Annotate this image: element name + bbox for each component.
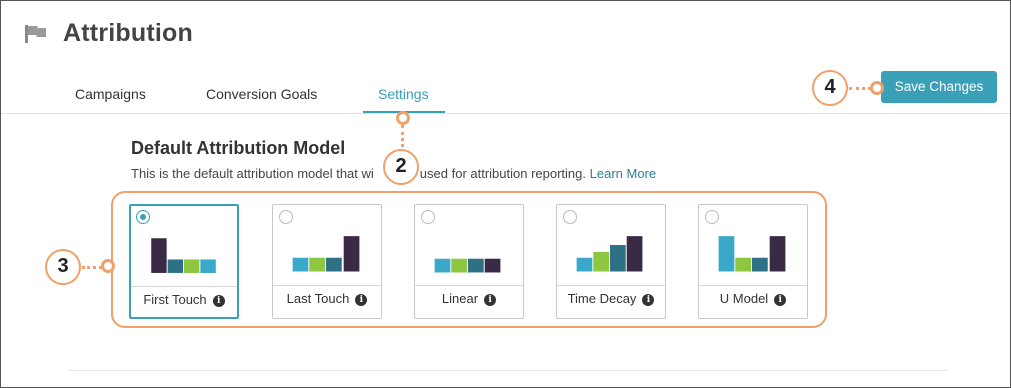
callout-3-badge: 3	[45, 249, 81, 285]
model-label-row: First Touch i	[131, 292, 237, 307]
model-label-row: U Model i	[699, 291, 807, 306]
time-decay-bars-icon	[576, 236, 643, 272]
model-label: Last Touch	[286, 291, 350, 306]
model-label-row: Linear i	[415, 291, 523, 306]
card-divider	[699, 285, 807, 286]
info-icon[interactable]: i	[774, 294, 787, 306]
card-divider	[131, 286, 237, 287]
tab-conversion-goals[interactable]: Conversion Goals	[206, 86, 317, 102]
card-divider	[557, 285, 665, 286]
bottom-divider	[69, 370, 947, 371]
model-label-row: Last Touch i	[273, 291, 381, 306]
tab-campaigns[interactable]: Campaigns	[75, 86, 146, 102]
page-title: Attribution	[63, 19, 193, 47]
info-icon[interactable]: i	[355, 294, 368, 306]
callout-2-anchor	[396, 111, 410, 125]
model-card-linear[interactable]: Linear i	[414, 204, 524, 319]
section-heading: Default Attribution Model	[131, 138, 346, 158]
callout-4-anchor	[870, 81, 884, 95]
callout-2-badge: 2	[383, 149, 419, 185]
linear-bars-icon	[434, 258, 501, 273]
u-model-bars-icon	[718, 236, 786, 272]
description-text-start: This is the default attribution model th…	[131, 166, 374, 181]
card-divider	[273, 285, 381, 286]
flag-icon	[25, 25, 46, 43]
save-changes-button[interactable]: Save Changes	[881, 71, 997, 103]
callout-4-connector	[849, 87, 871, 90]
callout-3-connector	[82, 266, 102, 269]
model-card-first-touch[interactable]: First Touch i	[129, 204, 239, 319]
callout-3-anchor	[101, 259, 115, 273]
model-card-u-model[interactable]: U Model i	[698, 204, 808, 319]
last-touch-bars-icon	[292, 236, 360, 272]
callout-2-connector	[401, 125, 404, 147]
info-icon[interactable]: i	[642, 294, 655, 306]
info-icon[interactable]: i	[212, 295, 225, 307]
tab-settings[interactable]: Settings	[378, 86, 429, 102]
card-divider	[415, 285, 523, 286]
model-card-time-decay[interactable]: Time Decay i	[556, 204, 666, 319]
model-label: Linear	[441, 291, 479, 306]
model-label: First Touch	[143, 292, 207, 307]
first-touch-bars-icon	[151, 238, 216, 273]
description-text-end: used for attribution reporting.	[419, 166, 587, 181]
model-card-last-touch[interactable]: Last Touch i	[272, 204, 382, 319]
learn-more-link[interactable]: Learn More	[590, 166, 656, 181]
info-icon[interactable]: i	[484, 294, 497, 306]
page: Attribution Campaigns Conversion Goals S…	[1, 1, 1010, 387]
model-label: U Model	[719, 291, 769, 306]
model-label: Time Decay	[567, 291, 637, 306]
tabs-divider	[1, 113, 1010, 114]
callout-4-badge: 4	[812, 70, 848, 106]
model-label-row: Time Decay i	[557, 291, 665, 306]
